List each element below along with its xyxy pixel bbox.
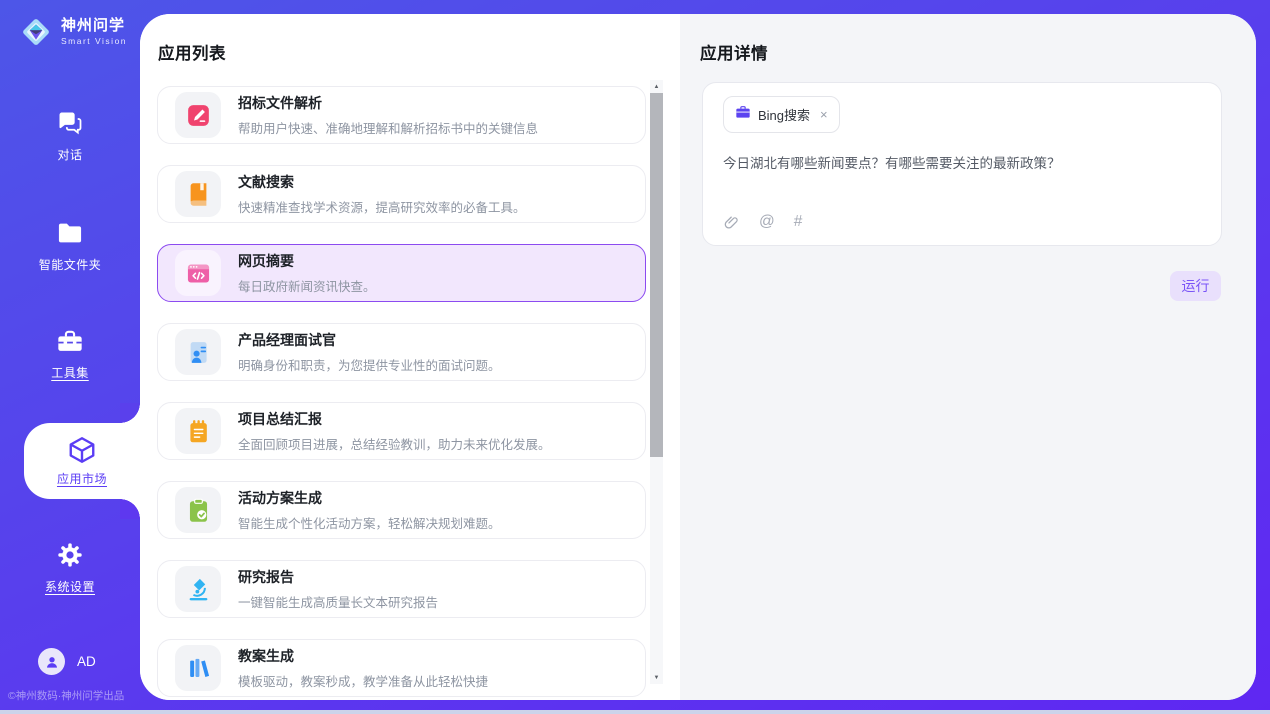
app-card-description: 帮助用户快速、准确地理解和解析招标书中的关键信息 — [238, 118, 538, 137]
app-card-description: 一键智能生成高质量长文本研究报告 — [238, 592, 438, 611]
scroll-up-icon[interactable]: ▲ — [650, 80, 663, 93]
copyright: ©神州数码·神州问学出品 — [8, 688, 124, 703]
mention-icon[interactable]: @ — [759, 213, 775, 231]
books-icon — [175, 645, 221, 691]
book-icon — [175, 171, 221, 217]
brand: 神州问学 Smart Vision — [18, 14, 127, 50]
app-card-title: 教案生成 — [238, 646, 488, 666]
app-card-description: 全面回顾项目进展，总结经验教训，助力未来优化发展。 — [238, 434, 551, 453]
app-card-description: 模板驱动，教案秒成，教学准备从此轻松快捷 — [238, 671, 488, 690]
notepad-icon — [175, 408, 221, 454]
app-card-description: 明确身份和职责，为您提供专业性的面试问题。 — [238, 355, 501, 374]
briefcase-icon — [735, 104, 751, 125]
brand-text: 神州问学 Smart Vision — [61, 18, 127, 46]
app-card[interactable]: 招标文件解析 帮助用户快速、准确地理解和解析招标书中的关键信息 — [157, 86, 646, 144]
app-card-title: 文献搜索 — [238, 172, 526, 192]
sidebar-item-gear[interactable]: 系统设置 — [0, 540, 140, 595]
app-card-title: 研究报告 — [238, 567, 438, 587]
main-content: 应用列表 招标文件解析 帮助用户快速、准确地理解和解析招标书中的关键信息 文献搜… — [140, 14, 1256, 700]
attachment-toolbar: @ # — [723, 213, 802, 231]
user-menu[interactable]: AD — [38, 648, 96, 675]
query-text: 今日湖北有哪些新闻要点？有哪些需要关注的最新政策？ — [723, 152, 1201, 172]
sidebar-item-label: 对话 — [57, 146, 82, 163]
cube-icon — [67, 435, 97, 465]
chat-icon — [55, 108, 85, 138]
sidebar-item-cube[interactable]: 应用市场 — [24, 423, 140, 499]
sidebar-item-label: 智能文件夹 — [39, 256, 102, 273]
window-bottom-edge — [0, 710, 1270, 714]
sidebar-item-toolbox[interactable]: 工具集 — [0, 326, 140, 381]
gear-icon — [55, 540, 85, 570]
app-card[interactable]: 项目总结汇报 全面回顾项目进展，总结经验教训，助力未来优化发展。 — [157, 402, 646, 460]
app-detail-title: 应用详情 — [700, 40, 768, 64]
sidebar-item-label: 工具集 — [51, 364, 89, 381]
app-card-title: 项目总结汇报 — [238, 409, 551, 429]
app-card[interactable]: 网页摘要 每日政府新闻资讯快查。 — [157, 244, 646, 302]
prompt-input[interactable]: Bing搜索 × 今日湖北有哪些新闻要点？有哪些需要关注的最新政策？ @ # — [702, 82, 1222, 246]
app-card[interactable]: 活动方案生成 智能生成个性化活动方案，轻松解决规划难题。 — [157, 481, 646, 539]
brand-name: 神州问学 — [61, 18, 127, 35]
browser-code-icon — [175, 250, 221, 296]
paperclip-icon[interactable] — [723, 214, 740, 231]
tool-tag-label: Bing搜索 — [758, 105, 810, 124]
app-card-list: 招标文件解析 帮助用户快速、准确地理解和解析招标书中的关键信息 文献搜索 快速精… — [157, 86, 646, 700]
tool-tag-bing[interactable]: Bing搜索 × — [723, 96, 840, 133]
app-list-title: 应用列表 — [158, 40, 226, 64]
app-card[interactable]: 研究报告 一键智能生成高质量长文本研究报告 — [157, 560, 646, 618]
toolbox-icon — [55, 326, 85, 356]
app-card-title: 网页摘要 — [238, 251, 376, 271]
sidebar: 神州问学 Smart Vision 对话 智能文件夹 工具集 应用市场 — [0, 0, 140, 710]
app-card-description: 每日政府新闻资讯快查。 — [238, 276, 376, 295]
edit-doc-icon — [175, 92, 221, 138]
sidebar-item-label: 应用市场 — [57, 470, 107, 487]
app-card-title: 招标文件解析 — [238, 93, 538, 113]
clipboard-check-icon — [175, 487, 221, 533]
microscope-icon — [175, 566, 221, 612]
sidebar-item-label: 系统设置 — [45, 578, 95, 595]
app-window: 神州问学 Smart Vision 对话 智能文件夹 工具集 应用市场 — [0, 0, 1270, 714]
app-card[interactable]: 产品经理面试官 明确身份和职责，为您提供专业性的面试问题。 — [157, 323, 646, 381]
sidebar-item-chat[interactable]: 对话 — [0, 108, 140, 163]
brand-logo-icon — [18, 14, 54, 50]
app-card[interactable]: 文献搜索 快速精准查找学术资源，提高研究效率的必备工具。 — [157, 165, 646, 223]
tool-tag-close-icon[interactable]: × — [820, 108, 828, 121]
app-card[interactable]: 教案生成 模板驱动，教案秒成，教学准备从此轻松快捷 — [157, 639, 646, 697]
brand-tagline: Smart Vision — [61, 37, 127, 46]
scrollbar[interactable]: ▲ ▼ — [650, 80, 663, 684]
app-card-description: 智能生成个性化活动方案，轻松解决规划难题。 — [238, 513, 501, 532]
app-list-panel: 应用列表 招标文件解析 帮助用户快速、准确地理解和解析招标书中的关键信息 文献搜… — [140, 14, 680, 700]
user-initials: AD — [77, 654, 96, 669]
interviewer-icon — [175, 329, 221, 375]
app-card-title: 产品经理面试官 — [238, 330, 501, 350]
sidebar-item-folder[interactable]: 智能文件夹 — [0, 218, 140, 273]
scroll-thumb[interactable] — [650, 93, 663, 457]
scroll-down-icon[interactable]: ▼ — [650, 671, 663, 684]
folder-icon — [55, 218, 85, 248]
app-card-title: 活动方案生成 — [238, 488, 501, 508]
run-button[interactable]: 运行 — [1170, 271, 1221, 301]
avatar — [38, 648, 65, 675]
app-detail-panel: 应用详情 Bing搜索 × 今日湖北有哪些新闻要点？有哪些需要关注的最新政策？ … — [680, 14, 1256, 700]
app-card-description: 快速精准查找学术资源，提高研究效率的必备工具。 — [238, 197, 526, 216]
hash-icon[interactable]: # — [794, 213, 803, 231]
